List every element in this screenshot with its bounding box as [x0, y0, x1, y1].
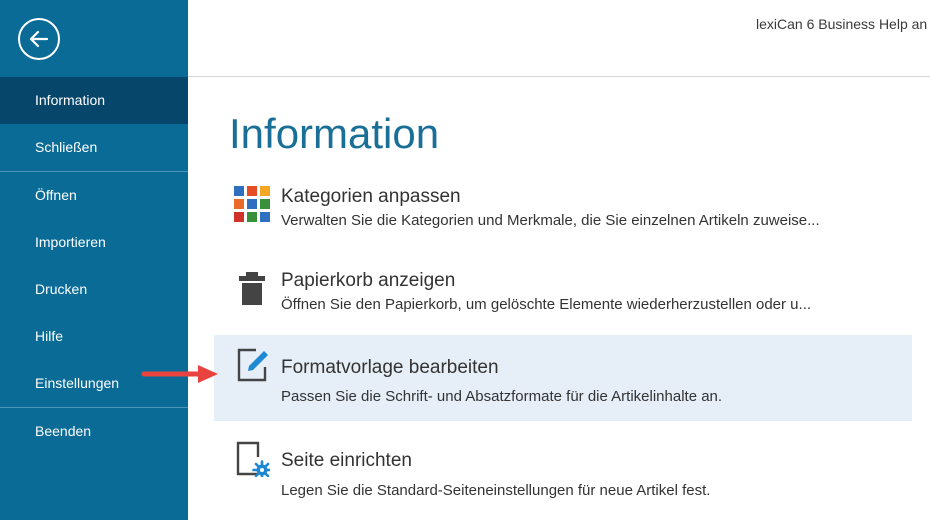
sidebar: Information Schließen Öffnen Importieren… [0, 0, 188, 520]
title-bar: lexiCan 6 Business Help an [188, 0, 930, 77]
edit-template-icon [237, 348, 268, 382]
option-formatvorlage-bearbeiten[interactable]: Formatvorlage bearbeiten Passen Sie die … [214, 335, 912, 421]
page-setup-icon [236, 441, 270, 477]
annotation-arrow-icon [141, 365, 218, 383]
option-seite-einrichten[interactable]: Seite einrichten Legen Sie die Standard-… [214, 440, 912, 510]
categories-grid-icon [234, 186, 270, 222]
sidebar-item-drucken[interactable]: Drucken [0, 266, 188, 313]
option-title: Seite einrichten [281, 450, 412, 471]
option-title: Formatvorlage bearbeiten [281, 357, 499, 378]
option-description: Legen Sie die Standard-Seiteneinstellung… [281, 482, 711, 499]
sidebar-item-hilfe[interactable]: Hilfe [0, 313, 188, 360]
app-title: lexiCan 6 Business Help an [756, 16, 928, 32]
back-arrow-icon [29, 30, 49, 48]
sidebar-item-oeffnen[interactable]: Öffnen [0, 172, 188, 219]
sidebar-item-beenden[interactable]: Beenden [0, 408, 188, 455]
back-button[interactable] [18, 18, 60, 60]
option-papierkorb-anzeigen[interactable]: Papierkorb anzeigen Öffnen Sie den Papie… [214, 262, 912, 332]
option-description: Öffnen Sie den Papierkorb, um gelöschte … [281, 296, 812, 313]
option-description: Verwalten Sie die Kategorien und Merkmal… [281, 212, 820, 229]
sidebar-item-schliessen[interactable]: Schließen [0, 124, 188, 171]
option-title: Papierkorb anzeigen [281, 270, 456, 291]
sidebar-item-importieren[interactable]: Importieren [0, 219, 188, 266]
sidebar-item-information[interactable]: Information [0, 77, 188, 124]
option-kategorien-anpassen[interactable]: Kategorien anpassen Verwalten Sie die Ka… [214, 178, 912, 248]
option-title: Kategorien anpassen [281, 186, 461, 207]
trash-icon [239, 272, 265, 305]
sidebar-nav: Information Schließen Öffnen Importieren… [0, 77, 188, 455]
option-description: Passen Sie die Schrift- und Absatzformat… [281, 388, 723, 405]
page-title: Information [229, 110, 440, 157]
